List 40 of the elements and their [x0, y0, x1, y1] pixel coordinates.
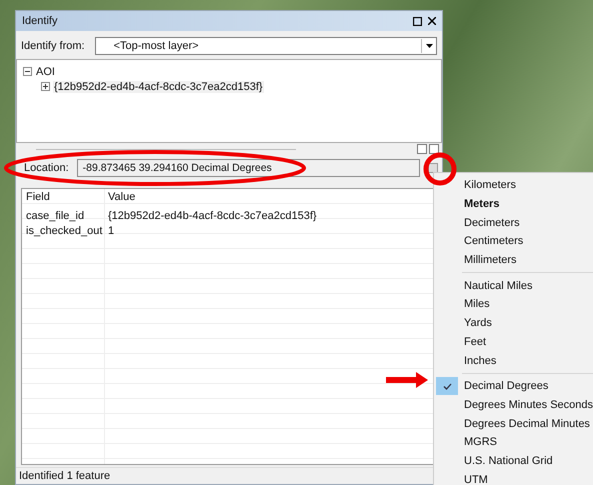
column-header: Field	[25, 190, 51, 202]
location-label: Location:	[24, 162, 69, 174]
column-header: Value	[107, 190, 136, 202]
tree-item[interactable]: {12b952d2-ed4b-4acf-8cdc-3c7ea2cd153f}	[53, 80, 264, 92]
status-text: Identified 1 feature	[19, 470, 110, 482]
table-cell-text: 1	[107, 224, 116, 236]
panel-button[interactable]	[429, 144, 439, 154]
checkmark-icon	[442, 382, 452, 390]
menu-item[interactable]: Inches	[436, 351, 593, 370]
menu-item[interactable]: Decimeters	[436, 213, 593, 232]
highlight-circle	[424, 152, 456, 186]
maximize-icon[interactable]	[413, 16, 422, 26]
collapse-icon[interactable]	[23, 67, 32, 76]
menu-item[interactable]: Decimal Degrees	[436, 376, 593, 396]
menu-item[interactable]: Kilometers	[436, 176, 593, 195]
identify-from-label: Identify from:	[21, 40, 85, 52]
table-cell-text: {12b952d2-ed4b-4acf-8cdc-3c7ea2cd153f}	[107, 210, 318, 222]
tree-item[interactable]: AOI	[35, 66, 56, 78]
location-field: -89.873465 39.294160 Decimal Degrees	[76, 159, 420, 177]
menu-item[interactable]: Yards	[436, 314, 593, 332]
menu-item[interactable]: Degrees Minutes Seconds	[436, 396, 593, 414]
menu-item[interactable]: Nautical Miles	[436, 276, 593, 296]
menu-item[interactable]: Feet	[436, 332, 593, 352]
menu-item[interactable]: U.S. National Grid	[436, 452, 593, 470]
menu-item[interactable]: UTM	[436, 470, 593, 485]
menu-item[interactable]: Degrees Decimal Minutes	[436, 414, 593, 433]
menu-item[interactable]: MGRS	[436, 432, 593, 452]
menu-item[interactable]: Miles	[436, 295, 593, 314]
caret-icon	[426, 44, 432, 48]
close-icon[interactable]	[428, 17, 436, 25]
menu-item[interactable]: Millimeters	[436, 250, 593, 270]
table-cell-text: case_file_id	[25, 210, 86, 222]
menu-item[interactable]: Meters	[436, 194, 593, 214]
layer-dropdown[interactable]: <Top-most layer>	[94, 37, 437, 55]
table-cell-text: is_checked_out	[25, 224, 104, 236]
window-title: Identify	[22, 15, 58, 27]
pin-button[interactable]	[417, 144, 427, 154]
expand-icon[interactable]	[41, 82, 50, 91]
menu-item[interactable]: Centimeters	[436, 232, 593, 251]
arrow-icon	[386, 372, 428, 388]
